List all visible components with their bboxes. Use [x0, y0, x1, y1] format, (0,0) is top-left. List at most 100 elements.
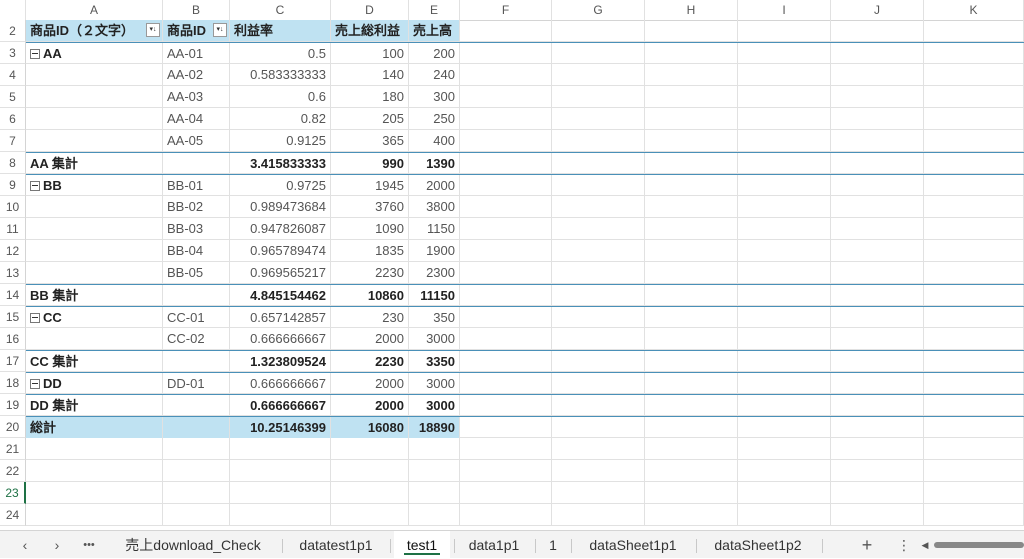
- empty-cell[interactable]: [738, 504, 831, 525]
- empty-cell[interactable]: [924, 20, 1024, 41]
- horizontal-scrollbar[interactable]: [934, 542, 1024, 548]
- cell-d[interactable]: 2000: [331, 328, 409, 349]
- empty-cell[interactable]: [552, 395, 645, 416]
- empty-cell[interactable]: [738, 262, 831, 283]
- empty-cell[interactable]: [738, 108, 831, 129]
- column-header-i[interactable]: I: [738, 0, 831, 20]
- empty-cell[interactable]: [924, 108, 1024, 129]
- empty-cell[interactable]: [230, 460, 331, 481]
- empty-cell[interactable]: [645, 285, 738, 306]
- empty-cell[interactable]: [738, 240, 831, 261]
- empty-cell[interactable]: [831, 153, 924, 174]
- cell-a[interactable]: AA 集計: [26, 153, 163, 174]
- empty-cell[interactable]: [460, 86, 552, 107]
- empty-cell[interactable]: [924, 43, 1024, 64]
- empty-cell[interactable]: [460, 373, 552, 394]
- cell-c[interactable]: 3.415833333: [230, 153, 331, 174]
- empty-cell[interactable]: [738, 438, 831, 459]
- empty-cell[interactable]: [552, 240, 645, 261]
- empty-cell[interactable]: [738, 482, 831, 503]
- column-header-b[interactable]: B: [163, 0, 230, 20]
- empty-cell[interactable]: [831, 351, 924, 372]
- empty-cell[interactable]: [831, 196, 924, 217]
- cell-c[interactable]: 0.583333333: [230, 64, 331, 85]
- empty-cell[interactable]: [924, 460, 1024, 481]
- empty-cell[interactable]: [924, 86, 1024, 107]
- cell-d[interactable]: 2230: [331, 351, 409, 372]
- empty-cell[interactable]: [645, 218, 738, 239]
- empty-row[interactable]: [26, 438, 1024, 460]
- filter-dropdown-icon[interactable]: ▾↓: [146, 23, 160, 37]
- empty-cell[interactable]: [26, 460, 163, 481]
- cell-c[interactable]: 1.323809524: [230, 351, 331, 372]
- empty-cell[interactable]: [460, 417, 552, 438]
- cell-b[interactable]: AA-03: [163, 86, 230, 107]
- cell-d[interactable]: 1945: [331, 175, 409, 196]
- empty-cell[interactable]: [645, 395, 738, 416]
- tab-datatest1p1[interactable]: datatest1p1: [286, 531, 386, 559]
- empty-cell[interactable]: [552, 108, 645, 129]
- empty-cell[interactable]: [924, 218, 1024, 239]
- empty-cell[interactable]: [552, 43, 645, 64]
- empty-cell[interactable]: [831, 64, 924, 85]
- cell-e[interactable]: 1390: [409, 153, 460, 174]
- cell-c[interactable]: 0.666666667: [230, 395, 331, 416]
- empty-cell[interactable]: [552, 218, 645, 239]
- empty-cell[interactable]: [552, 20, 645, 41]
- cell-a[interactable]: DD 集計: [26, 395, 163, 416]
- spreadsheet-grid[interactable]: ABCDEFGHIJK 2 3 4 5 6 7 8 9 10 11 12 13 14 15 16 17 18 19…: [0, 0, 1024, 530]
- cell-d[interactable]: 365: [331, 130, 409, 151]
- empty-cell[interactable]: [645, 438, 738, 459]
- empty-cell[interactable]: [460, 395, 552, 416]
- pivot-header-d[interactable]: 売上総利益: [331, 20, 409, 41]
- cell-e[interactable]: 3000: [409, 328, 460, 349]
- empty-cell[interactable]: [738, 64, 831, 85]
- column-header-e[interactable]: E: [409, 0, 460, 20]
- empty-cell[interactable]: [645, 240, 738, 261]
- cell-e[interactable]: 11150: [409, 285, 460, 306]
- select-all-corner[interactable]: [0, 0, 26, 20]
- empty-cell[interactable]: [924, 395, 1024, 416]
- row-header-21[interactable]: 21: [0, 438, 26, 460]
- cell-d[interactable]: 140: [331, 64, 409, 85]
- empty-cell[interactable]: [552, 438, 645, 459]
- cell-b[interactable]: AA-04: [163, 108, 230, 129]
- cell-a[interactable]: [26, 108, 163, 129]
- pivot-header-c[interactable]: 利益率: [230, 20, 331, 41]
- empty-cell[interactable]: [552, 285, 645, 306]
- cell-e[interactable]: 2300: [409, 262, 460, 283]
- cell-b[interactable]: CC-02: [163, 328, 230, 349]
- empty-cell[interactable]: [924, 240, 1024, 261]
- empty-cell[interactable]: [924, 504, 1024, 525]
- row-header-15[interactable]: 15: [0, 306, 26, 328]
- empty-cell[interactable]: [460, 20, 552, 41]
- row-header-20[interactable]: 20: [0, 416, 26, 438]
- empty-cell[interactable]: [460, 196, 552, 217]
- row-header-6[interactable]: 6: [0, 108, 26, 130]
- empty-row[interactable]: [26, 504, 1024, 526]
- row-header-5[interactable]: 5: [0, 86, 26, 108]
- chevron-right-icon[interactable]: ›: [46, 531, 68, 559]
- empty-cell[interactable]: [230, 482, 331, 503]
- cell-a[interactable]: [26, 64, 163, 85]
- cell-e[interactable]: 3800: [409, 196, 460, 217]
- empty-cell[interactable]: [230, 438, 331, 459]
- empty-cell[interactable]: [26, 438, 163, 459]
- empty-cell[interactable]: [460, 153, 552, 174]
- empty-cell[interactable]: [738, 20, 831, 41]
- column-header-k[interactable]: K: [924, 0, 1024, 20]
- empty-cell[interactable]: [409, 504, 460, 525]
- empty-cell[interactable]: [831, 395, 924, 416]
- empty-cell[interactable]: [552, 64, 645, 85]
- cell-d[interactable]: 230: [331, 307, 409, 328]
- cell-b[interactable]: BB-03: [163, 218, 230, 239]
- empty-cell[interactable]: [645, 64, 738, 85]
- empty-cell[interactable]: [163, 438, 230, 459]
- cell-d[interactable]: 16080: [331, 417, 409, 438]
- row-header-12[interactable]: 12: [0, 240, 26, 262]
- empty-cell[interactable]: [738, 196, 831, 217]
- empty-cell[interactable]: [460, 482, 552, 503]
- row-header-8[interactable]: 8: [0, 152, 26, 174]
- cell-e[interactable]: 300: [409, 86, 460, 107]
- cell-b[interactable]: AA-05: [163, 130, 230, 151]
